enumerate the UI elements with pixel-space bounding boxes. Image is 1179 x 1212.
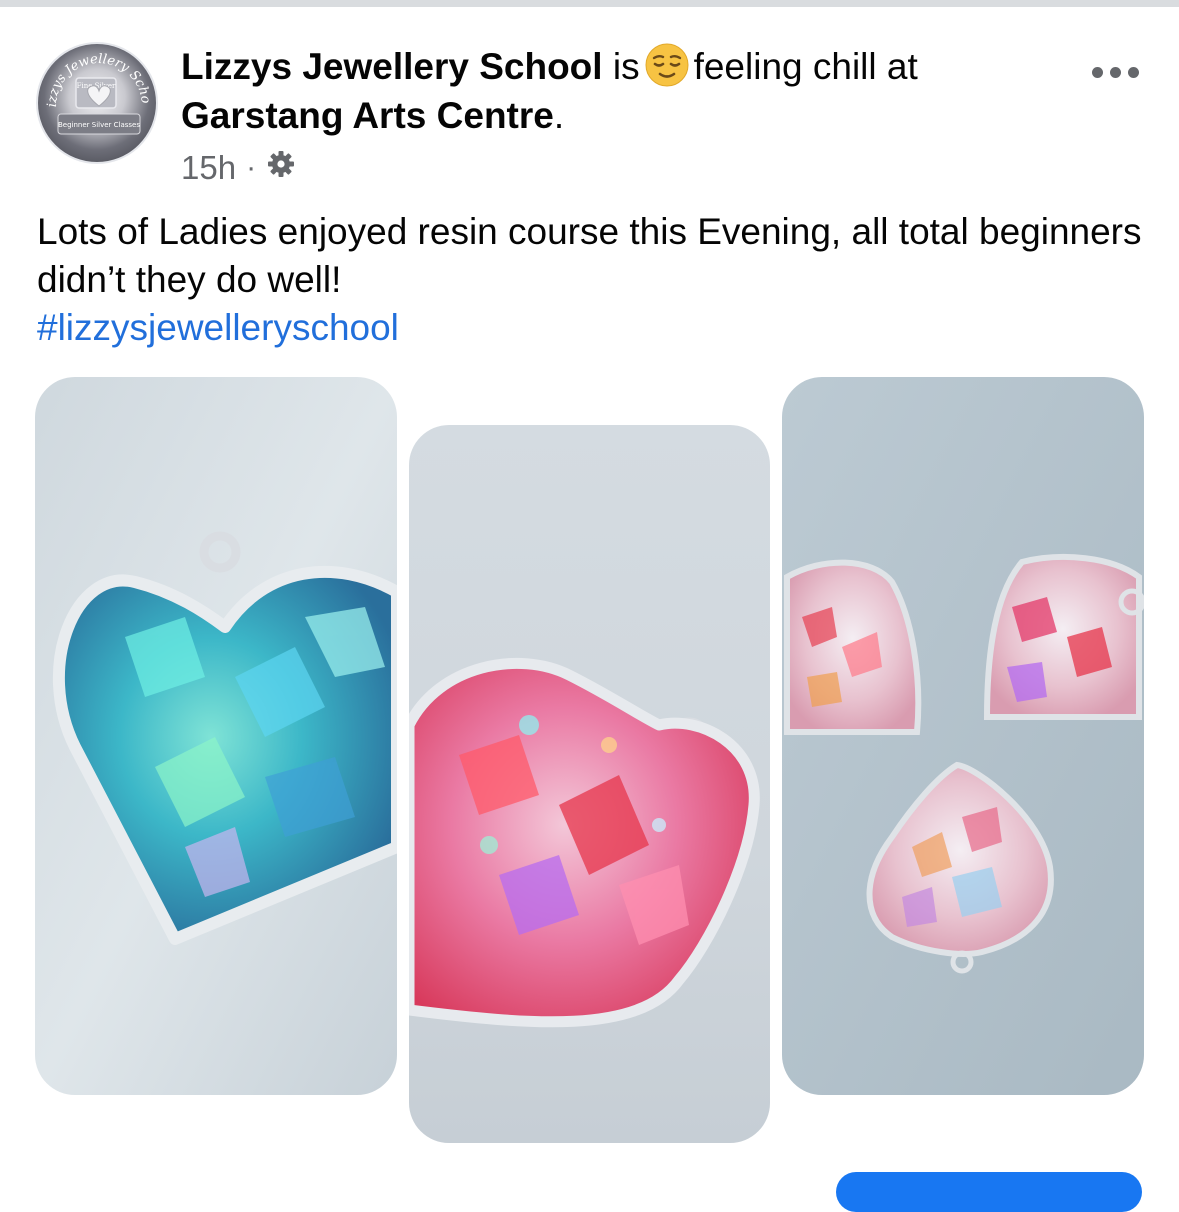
top-divider — [0, 0, 1179, 7]
more-dot-icon — [1109, 66, 1121, 78]
meta-separator: · — [246, 151, 257, 184]
avatar-logo: Lizzys Jewellery School Fine Silver Begi… — [38, 44, 153, 135]
primary-action-button[interactable] — [836, 1172, 1142, 1212]
post-photo-2[interactable] — [409, 425, 770, 1143]
more-dot-icon — [1127, 66, 1139, 78]
gear-icon[interactable] — [266, 149, 296, 187]
post-location: Garstang Arts Centre. — [181, 93, 564, 139]
feeling-text: feeling chill at — [693, 46, 918, 87]
location-period: . — [553, 95, 565, 136]
relieved-face-icon — [644, 42, 690, 99]
is-text: is — [612, 46, 640, 87]
post-message: Lots of Ladies enjoyed resin course this… — [37, 211, 1142, 300]
avatar-logo-caption: Beginner Silver Classes — [58, 121, 140, 129]
more-dot-icon — [1091, 66, 1103, 78]
three-heart-pendants-image — [782, 377, 1144, 1095]
more-options-button[interactable] — [1083, 50, 1147, 94]
post-header: Lizzys Jewellery School is feeling chill… — [181, 42, 918, 99]
location-link[interactable]: Garstang Arts Centre — [181, 95, 554, 136]
author-name[interactable]: Lizzys Jewellery School — [181, 46, 603, 87]
hashtag-link[interactable]: #lizzysjewelleryschool — [37, 304, 399, 352]
post-photo-3[interactable] — [782, 377, 1144, 1095]
post-timestamp[interactable]: 15h — [181, 149, 236, 187]
post-meta: 15h · — [181, 146, 296, 190]
blue-heart-pendant-image — [35, 377, 397, 1095]
post-photo-1[interactable] — [35, 377, 397, 1095]
page-avatar[interactable]: Lizzys Jewellery School Fine Silver Begi… — [36, 42, 158, 164]
pink-heart-pendant-image — [409, 425, 770, 1143]
